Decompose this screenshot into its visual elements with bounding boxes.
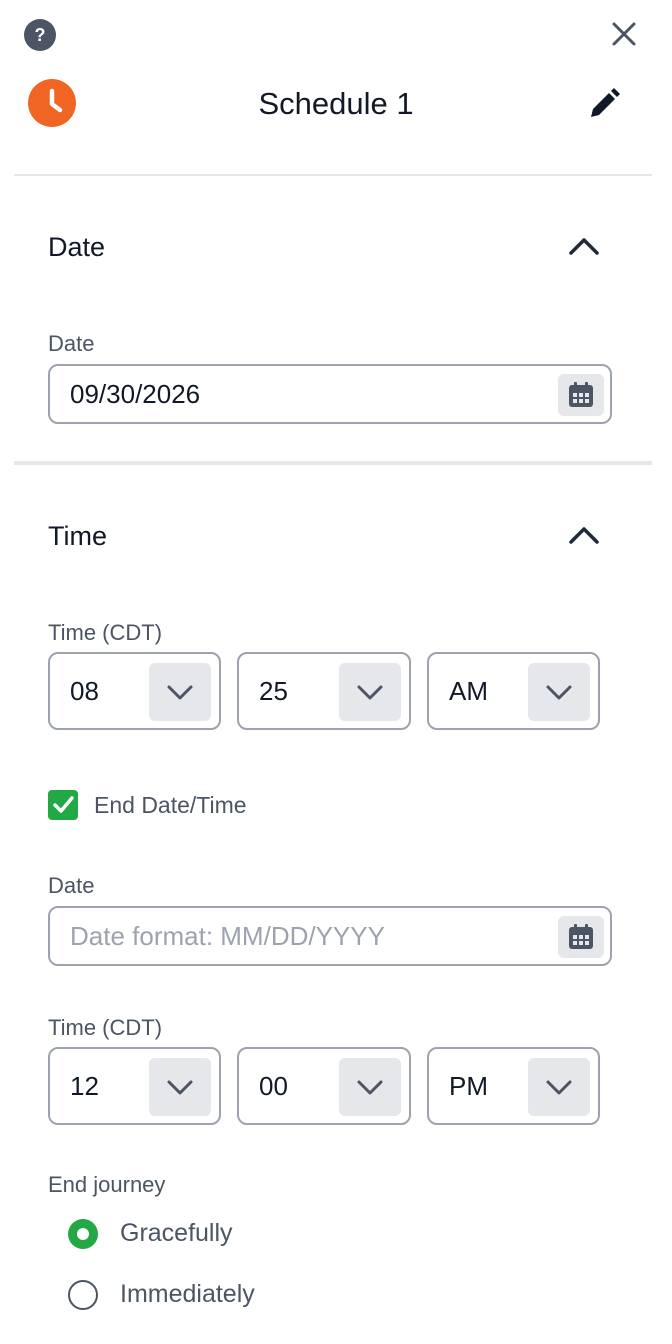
chevron-down-icon	[357, 1080, 383, 1095]
end-time-label: Time (CDT)	[48, 1015, 163, 1040]
end-datetime-checkbox[interactable]	[48, 790, 78, 820]
collapse-time-button[interactable]	[564, 515, 604, 555]
close-icon	[612, 22, 636, 46]
chevron-down-icon	[357, 685, 383, 700]
page-title: Schedule 1	[258, 86, 414, 121]
checkmark-icon	[53, 796, 74, 813]
start-hour-value: 08	[70, 675, 99, 706]
chevron-down-icon	[167, 1080, 193, 1095]
time-section-title: Time	[48, 521, 107, 551]
radio-immediately[interactable]	[68, 1280, 98, 1310]
start-time-label: Time (CDT)	[48, 620, 163, 645]
chevron-up-icon	[569, 238, 599, 255]
end-date-input[interactable]: Date format: MM/DD/YYYY	[48, 906, 612, 966]
end-minute-select[interactable]: 00	[237, 1047, 411, 1125]
start-minute-dropdown-button[interactable]	[339, 663, 401, 721]
chevron-up-icon	[569, 527, 599, 544]
end-meridiem-select[interactable]: PM	[427, 1047, 600, 1125]
radio-selected-dot	[77, 1228, 89, 1240]
end-minute-dropdown-button[interactable]	[339, 1058, 401, 1116]
start-hour-dropdown-button[interactable]	[149, 663, 211, 721]
start-meridiem-select[interactable]: AM	[427, 652, 600, 730]
end-date-label: Date	[48, 873, 95, 898]
date-section-title: Date	[48, 232, 106, 262]
end-journey-label: End journey	[48, 1172, 166, 1197]
end-meridiem-dropdown-button[interactable]	[528, 1058, 590, 1116]
end-hour-value: 12	[70, 1070, 99, 1101]
end-hour-dropdown-button[interactable]	[149, 1058, 211, 1116]
radio-gracefully[interactable]	[68, 1219, 98, 1249]
collapse-date-button[interactable]	[564, 226, 604, 266]
date-label: Date	[48, 331, 95, 356]
chevron-down-icon	[167, 685, 193, 700]
end-date-picker-button[interactable]	[558, 916, 604, 958]
help-button[interactable]: ?	[24, 19, 56, 51]
edit-button[interactable]	[584, 84, 624, 124]
end-meridiem-value: PM	[449, 1070, 488, 1101]
date-value: 09/30/2026	[70, 378, 201, 409]
close-button[interactable]	[606, 16, 642, 52]
date-input[interactable]: 09/30/2026	[48, 364, 612, 424]
end-minute-value: 00	[259, 1070, 288, 1101]
start-hour-select[interactable]: 08	[48, 652, 221, 730]
end-datetime-label[interactable]: End Date/Time	[94, 792, 247, 819]
start-minute-select[interactable]: 25	[237, 652, 411, 730]
help-icon: ?	[34, 24, 46, 45]
radio-immediately-label[interactable]: Immediately	[120, 1280, 255, 1309]
calendar-icon	[569, 382, 593, 407]
end-hour-select[interactable]: 12	[48, 1047, 221, 1125]
radio-gracefully-label[interactable]: Gracefully	[120, 1219, 233, 1248]
chevron-down-icon	[546, 1080, 572, 1095]
start-minute-value: 25	[259, 675, 288, 706]
date-picker-button[interactable]	[558, 374, 604, 416]
end-date-placeholder: Date format: MM/DD/YYYY	[70, 920, 385, 951]
start-meridiem-value: AM	[449, 675, 488, 706]
pencil-icon	[591, 88, 620, 117]
chevron-down-icon	[546, 685, 572, 700]
start-meridiem-dropdown-button[interactable]	[528, 663, 590, 721]
calendar-icon	[569, 924, 593, 949]
header-divider	[14, 174, 652, 176]
section-divider	[14, 461, 652, 465]
